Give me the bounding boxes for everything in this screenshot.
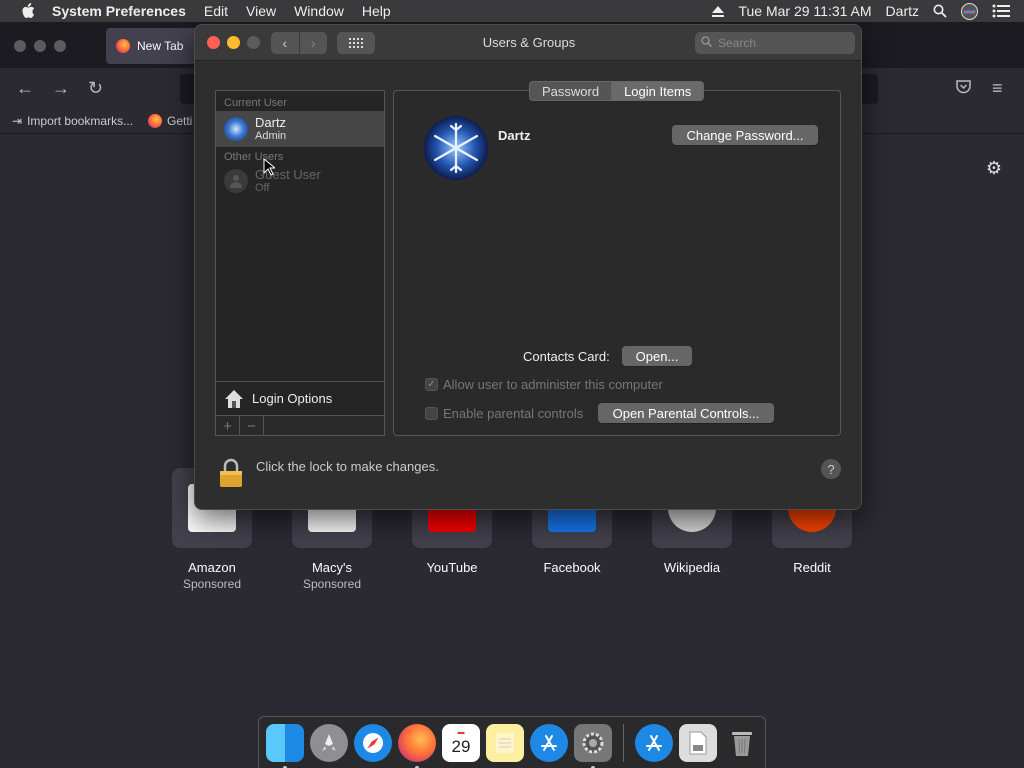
parental-controls-label: Enable parental controls — [443, 406, 584, 421]
site-name: YouTube — [426, 560, 478, 575]
window-titlebar: ‹ › Users & Groups Search — [195, 25, 861, 61]
guest-user-icon — [224, 169, 248, 193]
firefox-tab-new-tab[interactable]: New Tab — [106, 28, 202, 64]
notes-icon[interactable] — [486, 723, 524, 762]
calendar-date-icon: 29 — [451, 736, 471, 756]
user-name: Dartz — [255, 114, 287, 130]
snowflake-avatar-icon — [224, 117, 248, 141]
eject-icon[interactable] — [712, 5, 725, 17]
menu-bar: System Preferences Edit View Window Help… — [0, 0, 1024, 22]
calendar-month-icon: ▬ — [457, 728, 465, 736]
login-options-label: Login Options — [252, 391, 333, 406]
user-list: Current User Dartz Admin Other Users Gue… — [215, 90, 385, 436]
change-password-button[interactable]: Change Password... — [672, 125, 818, 145]
tab-login-items[interactable]: Login Items — [612, 81, 705, 101]
guest-status: Off — [255, 181, 270, 194]
panel-tabs: Password Login Items — [529, 81, 705, 101]
firefox-dock-icon[interactable] — [398, 723, 436, 768]
siri-icon[interactable] — [961, 2, 978, 20]
control-center-icon[interactable] — [992, 4, 1010, 18]
document-icon[interactable] — [679, 723, 717, 762]
allow-admin-checkbox[interactable]: ✓ — [425, 378, 438, 391]
hamburger-menu-icon[interactable]: ≡ — [992, 78, 1003, 99]
window-body: Current User Dartz Admin Other Users Gue… — [195, 62, 861, 509]
system-preferences-icon[interactable] — [574, 723, 612, 768]
calendar-icon[interactable]: ▬ 29 — [442, 723, 480, 762]
site-sponsored: Sponsored — [182, 577, 242, 591]
bookmark-getting-started[interactable]: Getti — [148, 114, 192, 128]
menu-edit[interactable]: Edit — [204, 3, 228, 19]
bookmark-import-label: Import bookmarks... — [27, 114, 134, 128]
pocket-icon[interactable] — [956, 78, 971, 99]
site-name: Wikipedia — [663, 560, 721, 575]
forward-arrow-icon[interactable]: → — [52, 78, 70, 99]
firefox-zoom-dot[interactable] — [54, 40, 66, 52]
lock-message: Click the lock to make changes. — [256, 459, 439, 474]
dock-separator — [623, 723, 624, 762]
search-icon — [701, 36, 712, 50]
app-store-download-icon[interactable] — [635, 723, 673, 762]
users-groups-window: ‹ › Users & Groups Search Current User D… — [194, 24, 862, 510]
bookmark-import[interactable]: ⇥ Import bookmarks... — [12, 114, 133, 128]
tab-password[interactable]: Password — [529, 81, 613, 101]
safari-icon[interactable] — [354, 723, 392, 762]
remove-user-button[interactable]: − — [240, 416, 264, 436]
site-sponsored: Sponsored — [302, 577, 362, 591]
menu-clock[interactable]: Tue Mar 29 11:31 AM — [738, 3, 871, 19]
contacts-card-label: Contacts Card: — [523, 349, 610, 364]
lock-icon[interactable] — [219, 458, 243, 488]
help-button[interactable]: ? — [821, 459, 841, 479]
app-store-icon[interactable] — [530, 723, 568, 762]
firefox-close-dot[interactable] — [14, 40, 26, 52]
search-placeholder: Search — [718, 36, 757, 50]
spotlight-icon[interactable] — [933, 4, 947, 18]
menu-user[interactable]: Dartz — [886, 3, 919, 19]
user-role: Admin — [255, 129, 287, 142]
mouse-cursor-icon — [263, 157, 277, 181]
site-name: Facebook — [543, 560, 601, 575]
login-options-row[interactable]: Login Options — [216, 381, 384, 415]
profile-name: Dartz — [498, 128, 531, 143]
menu-window[interactable]: Window — [294, 3, 344, 19]
user-list-footer: + − — [216, 415, 384, 436]
menu-view[interactable]: View — [246, 3, 276, 19]
open-parental-controls-button[interactable]: Open Parental Controls... — [598, 403, 774, 423]
search-field[interactable]: Search — [695, 32, 855, 54]
allow-admin-label: Allow user to administer this computer — [443, 377, 663, 392]
site-name: Macy's — [311, 560, 353, 575]
firefox-tab-title: New Tab — [137, 39, 184, 53]
parental-controls-checkbox[interactable] — [425, 407, 438, 420]
user-detail-panel: Dartz Change Password... Contacts Card: … — [393, 90, 841, 436]
reload-icon[interactable]: ↻ — [88, 78, 103, 99]
site-name: Reddit — [793, 560, 831, 575]
site-name: Amazon — [188, 560, 236, 575]
firefox-icon — [148, 114, 162, 128]
open-contacts-button[interactable]: Open... — [622, 346, 692, 366]
bookmark-getting-started-label: Getti — [167, 114, 193, 128]
import-icon: ⇥ — [12, 114, 23, 128]
gear-icon[interactable]: ⚙ — [986, 158, 1002, 179]
launchpad-icon[interactable] — [310, 723, 348, 762]
back-arrow-icon[interactable]: ← — [16, 78, 34, 99]
trash-icon[interactable] — [723, 724, 761, 762]
menu-help[interactable]: Help — [362, 3, 391, 19]
snowflake-avatar-icon[interactable] — [424, 116, 488, 180]
other-users-header: Other Users — [224, 151, 284, 163]
current-user-header: Current User — [224, 97, 287, 109]
user-row-guest[interactable]: Guest User Off — [216, 163, 384, 199]
finder-icon[interactable] — [266, 723, 304, 768]
user-row-dartz[interactable]: Dartz Admin — [216, 111, 384, 147]
apple-menu-icon[interactable] — [18, 1, 38, 21]
house-icon — [224, 389, 244, 409]
firefox-minimize-dot[interactable] — [34, 40, 46, 52]
dock: ▬ 29 — [258, 716, 766, 768]
menu-app-name[interactable]: System Preferences — [52, 3, 186, 19]
firefox-icon — [116, 39, 130, 53]
add-user-button[interactable]: + — [216, 416, 240, 436]
